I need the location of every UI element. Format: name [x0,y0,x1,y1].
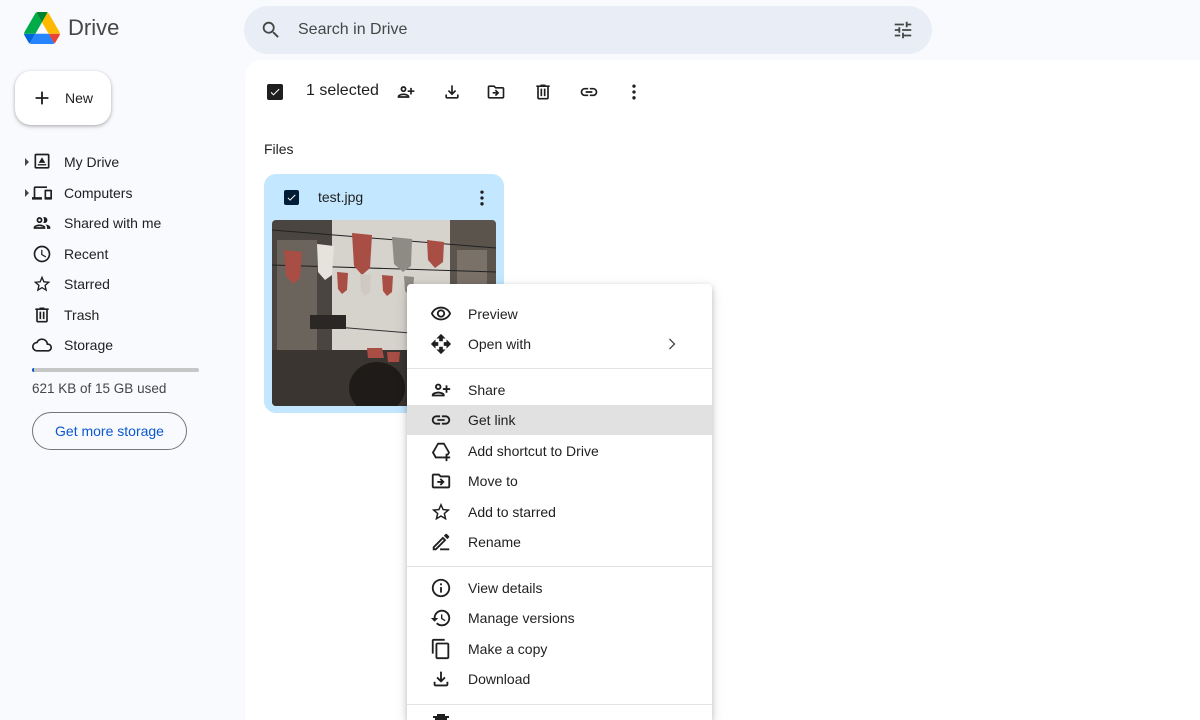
folder-move-icon [431,473,451,489]
app-name: Drive [68,15,120,40]
search-bar[interactable]: Search in Drive [244,6,932,54]
trash-icon[interactable] [533,82,553,102]
menu-item-label: Add to starred [468,504,556,520]
sidebar-item-label: Recent [64,245,109,262]
link-icon[interactable] [579,82,599,102]
trash-icon [35,307,49,323]
menu-item-manage-versions[interactable]: Manage versions [407,603,712,633]
menu-item-rename[interactable]: Rename [407,527,712,557]
main-content: 1 selected Files test.jpg [245,60,1200,720]
sidebar-item-label: Starred [64,276,110,293]
pencil-icon [432,533,450,551]
my-drive-icon [34,153,50,169]
share-person-add-icon[interactable] [396,82,416,102]
file-select-checkbox[interactable] [284,190,299,205]
menu-item-add-shortcut[interactable]: Add shortcut to Drive [407,436,712,466]
new-button-label: New [65,90,94,106]
download-icon[interactable] [442,82,462,102]
sidebar-item-label: Shared with me [64,215,162,232]
selection-toolbar: 1 selected [245,60,1200,124]
menu-item-preview[interactable]: Preview [407,299,712,329]
history-icon [430,609,451,627]
download-icon [433,671,449,687]
menu-item-label: Make a copy [468,641,548,657]
copy-icon [431,638,450,660]
expand-caret-icon[interactable] [24,158,30,167]
new-button[interactable]: New [15,71,111,125]
menu-item-label: Move to [468,473,518,489]
drive-shortcut-icon [431,442,451,462]
menu-item-label: Open with [468,336,532,352]
menu-item-download[interactable]: Download [407,664,712,694]
eye-icon [430,306,452,321]
menu-item-label: Get link [468,412,516,428]
shared-icon [33,217,51,230]
menu-item-make-a-copy[interactable]: Make a copy [407,634,712,664]
storage-usage-text: 621 KB of 15 GB used [32,381,167,396]
sidebar-nav: My Drive Computers Shared with me Recent… [0,147,230,361]
selection-count: 1 selected [306,82,379,99]
sidebar-item-trash[interactable]: Trash [0,300,230,331]
menu-item-label: Manage versions [468,610,575,626]
sidebar-item-label: Storage [64,337,114,354]
file-name: test.jpg [318,189,364,205]
menu-divider [407,566,712,567]
cloud-icon [32,338,52,352]
sidebar-item-my-drive[interactable]: My Drive [0,147,230,178]
sidebar-item-label: My Drive [64,154,120,171]
sidebar-item-recent[interactable]: Recent [0,239,230,270]
menu-item-add-to-starred[interactable]: Add to starred [407,497,712,527]
sidebar-item-starred[interactable]: Starred [0,269,230,300]
star-icon [33,275,51,292]
drive-logo-icon [24,12,60,44]
sidebar-item-storage[interactable]: Storage [0,330,230,361]
menu-item-move-to[interactable]: Move to [407,466,712,496]
search-input[interactable]: Search in Drive [298,21,892,39]
menu-item-label: Preview [468,306,518,322]
context-menu: Preview Open with Share Get link Add sho… [407,284,712,720]
storage-usage-bar [32,368,199,372]
menu-item-view-details[interactable]: View details [407,573,712,603]
folder-move-icon[interactable] [486,82,506,102]
menu-item-label: Share [468,382,506,398]
computers-icon [32,186,52,200]
plus-icon [35,91,49,105]
clock-icon [33,245,51,263]
menu-item-label: View details [468,580,543,596]
trash-icon-partial [433,714,449,720]
sidebar-item-label: Trash [64,306,100,323]
menu-item-label: Add shortcut to Drive [468,443,599,459]
expand-caret-icon[interactable] [24,188,30,197]
more-vertical-icon[interactable] [624,82,644,102]
info-icon [431,578,451,598]
menu-item-share[interactable]: Share [407,375,712,405]
menu-divider [407,704,712,705]
checkmark-icon [270,88,280,96]
search-icon[interactable] [260,19,282,41]
star-icon [431,502,451,521]
person-add-icon [431,383,451,397]
select-all-checkbox[interactable] [267,84,283,100]
sidebar-item-computers[interactable]: Computers [0,178,230,209]
move-arrows-icon [430,333,452,355]
sidebar-item-shared-with-me[interactable]: Shared with me [0,208,230,239]
menu-item-label: Rename [468,534,521,550]
checkmark-icon [287,194,296,201]
get-more-storage-button[interactable]: Get more storage [32,412,187,450]
more-vertical-icon[interactable] [472,188,492,208]
chevron-right-icon [669,338,676,350]
sidebar-item-label: Computers [64,184,133,201]
drive-logo[interactable]: Drive [24,12,119,44]
storage-usage-fill [32,368,34,372]
menu-divider [407,368,712,369]
link-icon [431,415,451,425]
menu-item-label: Download [468,671,531,687]
menu-item-get-link[interactable]: Get link [407,405,712,435]
search-options-icon[interactable] [892,19,914,41]
menu-item-open-with[interactable]: Open with [407,329,712,359]
files-section-heading: Files [264,141,294,157]
